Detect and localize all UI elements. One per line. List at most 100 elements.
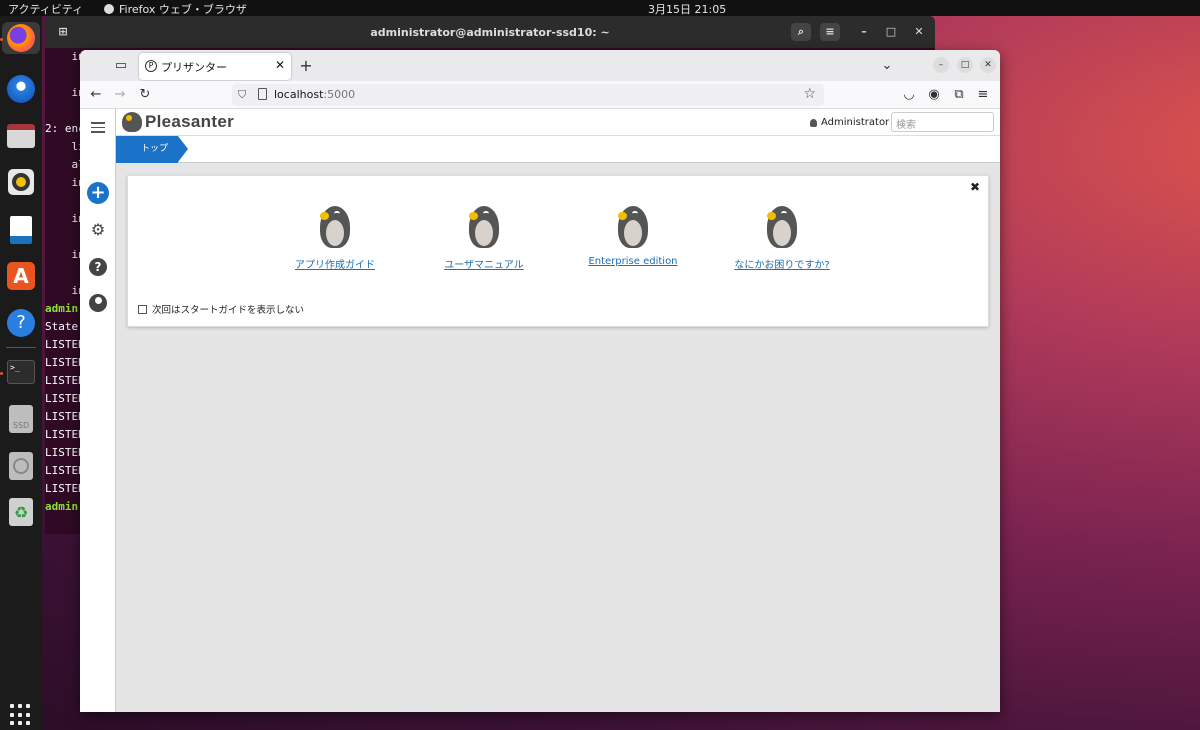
dock-ssd[interactable]: SSD (5, 403, 37, 435)
dock-terminal[interactable]: >_ (5, 356, 37, 388)
terminal-line: in (45, 284, 85, 297)
dock-rhythmbox[interactable] (5, 166, 37, 198)
close-icon[interactable]: ✕ (980, 57, 996, 73)
side-menu-toggle-icon[interactable] (91, 122, 105, 136)
app-menu[interactable]: Firefox ウェブ・ブラウザ (104, 1, 247, 17)
hide-guide-label: 次回はスタートガイドを表示しない (152, 305, 305, 316)
help-icon[interactable]: ? (89, 258, 107, 276)
terminal-line: li (45, 140, 85, 153)
clock[interactable]: 3月15日 21:05 (648, 1, 726, 17)
dock-trash[interactable]: ♻ (5, 496, 37, 528)
guide-link[interactable]: Enterprise edition (563, 256, 703, 267)
tab-pleasanter[interactable]: P プリザンター ✕ (139, 53, 291, 80)
url-text: localhost:5000 (274, 88, 355, 101)
pocket-icon[interactable]: ◡ (899, 85, 919, 105)
dock-help[interactable]: ? (5, 307, 37, 339)
user-account-icon[interactable] (89, 294, 107, 312)
close-icon[interactable]: ✖ (970, 180, 980, 194)
hide-guide-checkbox-row[interactable]: 次回はスタートガイドを表示しない (138, 302, 304, 316)
new-tab-icon[interactable]: + (296, 56, 316, 76)
search-icon[interactable]: ⌕ (791, 23, 811, 41)
system-top-bar: アクティビティ Firefox ウェブ・ブラウザ 3月15日 21:05 (0, 0, 1200, 16)
shield-icon[interactable]: ⛉ (238, 88, 246, 102)
firefox-view-icon[interactable]: ▭ (111, 56, 131, 76)
url-host: localhost (274, 88, 324, 101)
pleasanter-bird-icon (320, 206, 350, 248)
terminal-line: LISTEN (45, 428, 85, 441)
dock-optical[interactable] (5, 450, 37, 482)
guide-item[interactable]: アプリ作成ガイド (265, 206, 405, 271)
page-content: + ⚙ ? Pleasanter Administrator 検索 トップ ✖ … (80, 109, 1000, 712)
optical-drive-icon (9, 452, 33, 480)
close-icon[interactable]: ✕ (909, 23, 929, 41)
terminal-line: LISTEN (45, 464, 85, 477)
minimize-icon[interactable]: – (933, 57, 949, 73)
minimize-icon[interactable]: – (854, 23, 874, 41)
pleasanter-bird-icon (767, 206, 797, 248)
dock-thunderbird[interactable] (5, 73, 37, 105)
trash-icon: ♻ (9, 498, 33, 526)
guide-item[interactable]: ユーザマニュアル (414, 206, 554, 271)
menu-icon[interactable]: ≡ (820, 23, 840, 41)
guide-link[interactable]: アプリ作成ガイド (265, 256, 405, 271)
terminal-line: LISTEN (45, 410, 85, 423)
pleasanter-bird-icon (469, 206, 499, 248)
app-menu-label: Firefox ウェブ・ブラウザ (119, 3, 247, 16)
terminal-line: LISTEN (45, 338, 85, 351)
terminal-line: in (45, 212, 85, 225)
dock-firefox[interactable] (2, 22, 40, 54)
pleasanter-logo[interactable]: Pleasanter (122, 112, 234, 132)
logo-bird-icon (122, 112, 142, 132)
reload-icon[interactable]: ↻ (135, 85, 155, 105)
url-bar[interactable]: ⛉ localhost:5000 ☆ (232, 84, 824, 106)
breadcrumb-top[interactable]: トップ (116, 136, 188, 163)
files-icon (7, 124, 35, 148)
dock-app-center[interactable]: A (5, 260, 37, 292)
running-indicator (0, 372, 3, 375)
page-info-icon[interactable] (258, 88, 267, 100)
guide-link[interactable]: なにかお困りですか? (712, 256, 852, 271)
forward-arrow-icon[interactable]: → (110, 85, 130, 105)
app-center-icon: A (7, 262, 35, 290)
show-apps-icon[interactable] (10, 704, 32, 726)
hamburger-menu-icon[interactable]: ≡ (973, 85, 993, 105)
list-tabs-chevron-down-icon[interactable]: ⌄ (877, 56, 897, 76)
terminal-line: LISTEN (45, 482, 85, 495)
terminal-line: 2: enc (45, 122, 85, 135)
user-menu[interactable]: Administrator (810, 117, 889, 128)
dock-separator (6, 347, 36, 348)
maximize-icon[interactable]: □ (957, 57, 973, 73)
tab-title: プリザンター (161, 61, 227, 74)
guide-item[interactable]: なにかお困りですか? (712, 206, 852, 271)
terminal-line: in (45, 248, 85, 261)
back-arrow-icon[interactable]: ← (86, 85, 106, 105)
guide-link[interactable]: ユーザマニュアル (414, 256, 554, 271)
terminal-line: in (45, 50, 85, 63)
dock-files[interactable] (5, 120, 37, 152)
libreoffice-writer-icon (10, 216, 32, 244)
extensions-icon[interactable]: ⧉ (949, 85, 969, 105)
gear-icon[interactable]: ⚙ (89, 221, 107, 239)
maximize-icon[interactable]: □ (881, 23, 901, 41)
new-item-plus-icon[interactable]: + (87, 182, 109, 204)
terminal-line: State (45, 320, 79, 333)
tab-close-icon[interactable]: ✕ (275, 58, 285, 72)
search-input[interactable]: 検索 (891, 112, 994, 132)
pleasanter-bird-icon (618, 206, 648, 248)
dock: A ? >_ SSD ♻ (0, 16, 42, 730)
terminal-line: LISTEN (45, 446, 85, 459)
terminal-line: LISTEN (45, 356, 85, 369)
terminal-line: LISTEN (45, 392, 85, 405)
start-guide-panel: ✖ アプリ作成ガイド ユーザマニュアル Enterprise edition なにかお… (127, 175, 989, 327)
activities-button[interactable]: アクティビティ (8, 1, 83, 17)
dock-writer[interactable] (5, 214, 37, 246)
bookmark-star-icon[interactable]: ☆ (803, 86, 816, 102)
terminal-line: admin (45, 500, 79, 513)
running-indicator (0, 38, 3, 41)
account-icon[interactable]: ◉ (924, 85, 944, 105)
firefox-small-icon (104, 4, 114, 14)
guide-item[interactable]: Enterprise edition (563, 206, 703, 267)
help-icon: ? (7, 309, 35, 337)
hide-guide-checkbox[interactable] (138, 304, 147, 314)
app-header: Pleasanter Administrator 検索 (116, 109, 1000, 136)
